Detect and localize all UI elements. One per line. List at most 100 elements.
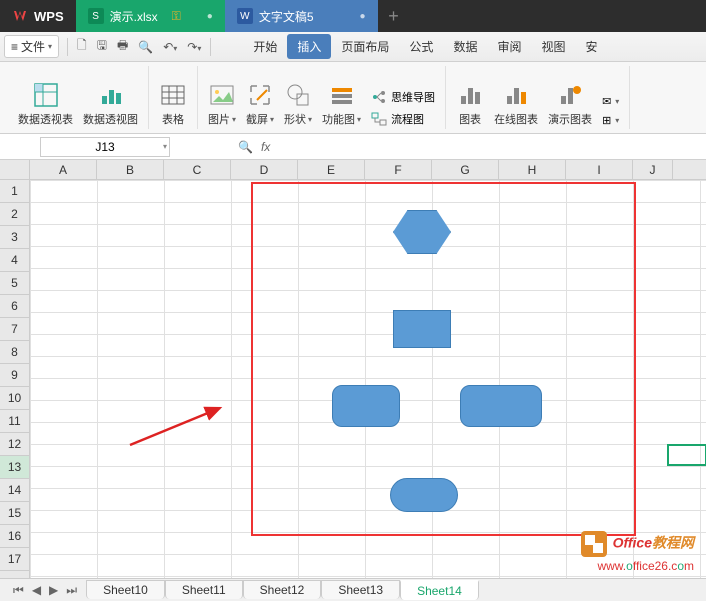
col-header[interactable]: F	[365, 160, 432, 179]
demo-chart-icon	[556, 81, 584, 109]
new-tab-button[interactable]: +	[378, 6, 410, 27]
pivot-chart-button[interactable]: 数据透视图	[79, 79, 142, 129]
sheet-nav-prev-icon[interactable]: ◀	[29, 583, 44, 598]
col-header[interactable]: A	[30, 160, 97, 179]
document-tab-2[interactable]: W 文字文稿5 ●	[225, 0, 378, 32]
close-icon[interactable]: ●	[207, 11, 213, 22]
shape-hexagon[interactable]	[393, 210, 451, 254]
sheet-tab[interactable]: Sheet13	[321, 580, 400, 599]
more-chart-2[interactable]: ⊞▾	[598, 112, 623, 129]
row-header[interactable]: 15	[0, 502, 29, 525]
smartart-icon	[328, 81, 356, 109]
qat-save-icon[interactable]: 🖫	[92, 33, 112, 60]
qat-new-icon[interactable]: 🗋	[72, 33, 92, 60]
chevron-down-icon: ▾	[615, 116, 619, 125]
row-header[interactable]: 2	[0, 203, 29, 226]
chevron-down-icon: ▾	[308, 115, 312, 124]
online-chart-icon	[502, 81, 530, 109]
chevron-down-icon: ▾	[615, 97, 619, 106]
sheet-tab[interactable]: Sheet10	[86, 580, 165, 599]
search-icon[interactable]: 🔍	[238, 140, 253, 154]
sheet-tab[interactable]: Sheet11	[165, 580, 243, 599]
col-header[interactable]: B	[97, 160, 164, 179]
sheet-nav-last-icon[interactable]: ⏭	[63, 583, 80, 598]
select-all-corner[interactable]	[0, 160, 30, 179]
row-header[interactable]: 12	[0, 433, 29, 456]
cells-area[interactable]	[30, 180, 706, 578]
col-header[interactable]: H	[499, 160, 566, 179]
spreadsheet-grid[interactable]: A B C D E F G H I J 1 2 3 4 5 6 7 8 9 10…	[0, 160, 706, 578]
label: 在线图表	[494, 111, 538, 127]
active-cell-j13	[667, 444, 706, 466]
shapes-button[interactable]: 形状▾	[280, 79, 316, 129]
ribbon-tab-formula[interactable]: 公式	[399, 34, 443, 59]
label: 演示图表	[548, 111, 592, 127]
chart-button[interactable]: 图表	[452, 79, 488, 129]
col-header[interactable]: G	[432, 160, 499, 179]
ribbon-tab-view[interactable]: 视图	[531, 34, 575, 59]
col-header[interactable]: I	[566, 160, 633, 179]
qat-undo-icon[interactable]: ↶▾	[158, 37, 182, 57]
mindmap-button[interactable]: 思维导图	[367, 87, 439, 107]
sheet-nav-first-icon[interactable]: ⏮	[10, 583, 27, 598]
app-menu-button[interactable]: ≡ 文件 ▾	[4, 35, 59, 58]
row-header[interactable]: 9	[0, 364, 29, 387]
shape-rectangle[interactable]	[393, 310, 451, 348]
row-header[interactable]: 14	[0, 479, 29, 502]
row-header[interactable]: 7	[0, 318, 29, 341]
picture-button[interactable]: 图片▾	[204, 79, 240, 129]
shape-pill[interactable]	[390, 478, 458, 512]
ribbon-tab-layout[interactable]: 页面布局	[331, 34, 399, 59]
shape-rounded-rect-right[interactable]	[460, 385, 542, 427]
row-header[interactable]: 16	[0, 525, 29, 548]
row-header[interactable]: 5	[0, 272, 29, 295]
label: 表格	[162, 111, 184, 127]
picture-icon	[208, 81, 236, 109]
qat-print-icon[interactable]: 🖶	[112, 33, 133, 60]
ribbon-tab-review[interactable]: 审阅	[487, 34, 531, 59]
table-button[interactable]: 表格	[155, 79, 191, 129]
ribbon-tab-start[interactable]: 开始	[243, 34, 287, 59]
smartart-button[interactable]: 功能图▾	[318, 79, 365, 129]
document-tab-1[interactable]: S 演示.xlsx ⚿ ●	[76, 0, 225, 32]
ribbon-tab-data[interactable]: 数据	[443, 34, 487, 59]
row-header[interactable]: 11	[0, 410, 29, 433]
screenshot-button[interactable]: 截屏▾	[242, 79, 278, 129]
chevron-down-icon[interactable]: ▾	[163, 142, 167, 151]
col-header[interactable]: E	[298, 160, 365, 179]
online-chart-button[interactable]: 在线图表	[490, 79, 542, 129]
col-header[interactable]: C	[164, 160, 231, 179]
row-header[interactable]: 4	[0, 249, 29, 272]
close-icon[interactable]: ●	[360, 11, 366, 22]
pivot-table-button[interactable]: 数据透视表	[14, 79, 77, 129]
demo-chart-button[interactable]: 演示图表	[544, 79, 596, 129]
row-header[interactable]: 17	[0, 548, 29, 571]
sheet-nav-next-icon[interactable]: ▶	[46, 583, 61, 598]
col-header[interactable]: D	[231, 160, 298, 179]
shape-rounded-rect-left[interactable]	[332, 385, 400, 427]
sheet-tab[interactable]: Sheet12	[243, 580, 322, 599]
col-header[interactable]: J	[633, 160, 673, 179]
wps-logo[interactable]: WPS	[0, 8, 76, 24]
row-header[interactable]: 3	[0, 226, 29, 249]
label: 截屏▾	[246, 111, 274, 127]
grid-icon: ⊞	[602, 114, 611, 127]
row-header[interactable]: 10	[0, 387, 29, 410]
qat-redo-icon[interactable]: ↷▾	[182, 37, 206, 57]
sheet-tab-bar: ⏮ ◀ ▶ ⏭ Sheet10 Sheet11 Sheet12 Sheet13 …	[0, 578, 706, 601]
qat-preview-icon[interactable]: 🔍	[133, 37, 158, 57]
ribbon-tab-more[interactable]: 安	[575, 34, 607, 59]
name-box[interactable]: J13 ▾	[40, 137, 170, 157]
fx-icon[interactable]: fx	[261, 140, 270, 154]
more-chart-1[interactable]: ✉▾	[598, 93, 623, 110]
row-header[interactable]: 13	[0, 456, 29, 479]
flowchart-button[interactable]: 流程图	[367, 109, 439, 129]
column-headers: A B C D E F G H I J	[0, 160, 706, 180]
tab-label: 文字文稿5	[259, 8, 314, 25]
ribbon-tab-insert[interactable]: 插入	[287, 34, 331, 59]
row-header[interactable]: 6	[0, 295, 29, 318]
row-header[interactable]: 1	[0, 180, 29, 203]
ribbon: 数据透视表 数据透视图 表格 图片▾ 截屏▾ 形状▾ 功能图▾	[0, 62, 706, 134]
row-header[interactable]: 8	[0, 341, 29, 364]
sheet-tab-active[interactable]: Sheet14	[400, 580, 479, 600]
